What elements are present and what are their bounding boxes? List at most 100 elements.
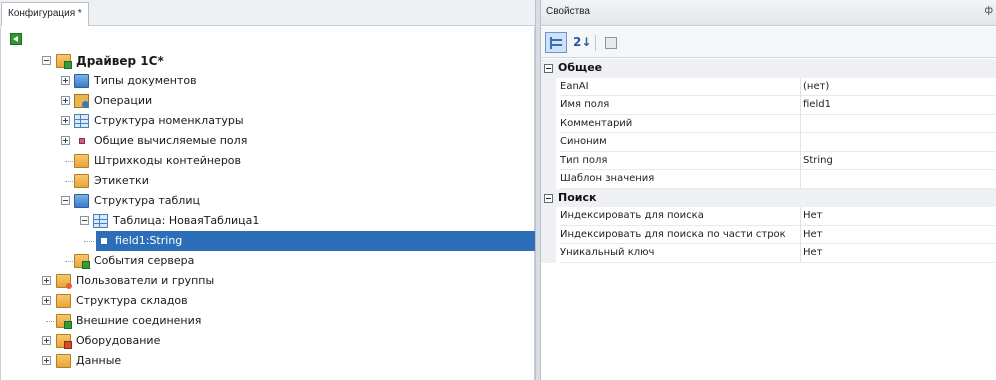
property-row[interactable]: Имя поля field1 bbox=[541, 96, 996, 115]
property-row[interactable]: Индексировать для поиска Нет bbox=[541, 207, 996, 226]
categorized-icon bbox=[550, 37, 562, 49]
tree-item-driver-1c[interactable]: Драйвер 1C* bbox=[1, 51, 536, 71]
property-name: Синоним bbox=[560, 133, 800, 152]
row-gutter bbox=[541, 225, 556, 244]
pin-icon[interactable]: ф bbox=[984, 5, 993, 16]
tree-item-document-types[interactable]: Типы документов bbox=[1, 71, 536, 91]
field-icon bbox=[101, 238, 107, 244]
tree-connector bbox=[65, 261, 73, 262]
equipment-folder-icon bbox=[56, 334, 72, 349]
tree-item-label: Данные bbox=[76, 354, 122, 367]
tree-item-label: Драйвер 1C* bbox=[76, 54, 164, 68]
tree-item-label: Структура складов bbox=[76, 294, 188, 307]
operations-icon bbox=[74, 94, 89, 108]
tree-item-users-groups[interactable]: Пользователи и группы bbox=[1, 271, 536, 291]
expand-icon[interactable] bbox=[42, 296, 51, 305]
collapse-icon[interactable] bbox=[80, 216, 89, 225]
documents-folder-icon bbox=[74, 74, 89, 88]
expand-icon[interactable] bbox=[61, 76, 70, 85]
folder-icon bbox=[74, 154, 89, 168]
category-label: Поиск bbox=[558, 190, 597, 204]
property-name: Индексировать для поиска bbox=[560, 207, 800, 226]
property-value[interactable]: String bbox=[800, 151, 996, 170]
field-icon bbox=[79, 138, 85, 144]
property-value[interactable]: field1 bbox=[800, 96, 996, 115]
tree-item-table-newtable1[interactable]: Таблица: НоваяТаблица1 bbox=[1, 211, 536, 231]
property-pages-icon bbox=[605, 37, 617, 49]
property-row[interactable]: Комментарий bbox=[541, 114, 996, 133]
tree-item-field1[interactable]: field1:String bbox=[1, 231, 536, 251]
properties-toolbar: 2↓ bbox=[541, 27, 996, 58]
property-value[interactable]: Нет bbox=[800, 244, 996, 263]
tree-item-label: Общие вычисляемые поля bbox=[94, 134, 248, 147]
tree-item-server-events[interactable]: События сервера bbox=[1, 251, 536, 271]
alphabetical-button[interactable]: 2↓ bbox=[569, 32, 591, 53]
configuration-tree: Драйвер 1C* Типы документов Операции Стр… bbox=[0, 27, 536, 380]
expand-icon[interactable] bbox=[61, 136, 70, 145]
collapse-icon[interactable] bbox=[61, 196, 70, 205]
tree-item-external-connections[interactable]: Внешние соединения bbox=[1, 311, 536, 331]
property-name: Уникальный ключ bbox=[560, 244, 800, 263]
tree-item-operations[interactable]: Операции bbox=[1, 91, 536, 111]
folder-icon bbox=[56, 354, 71, 368]
back-arrow-icon[interactable] bbox=[10, 33, 22, 45]
expand-icon[interactable] bbox=[61, 116, 70, 125]
folder-icon bbox=[56, 294, 71, 308]
row-gutter bbox=[541, 151, 556, 170]
table-icon bbox=[74, 114, 89, 128]
tree-item-container-barcodes[interactable]: Штрихкоды контейнеров bbox=[1, 151, 536, 171]
tab-configuration[interactable]: Конфигурация * bbox=[1, 2, 89, 26]
tree-item-common-computed-fields[interactable]: Общие вычисляемые поля bbox=[1, 131, 536, 151]
tree-item-nomenclature-structure[interactable]: Структура номенклатуры bbox=[1, 111, 536, 131]
table-icon bbox=[93, 214, 108, 228]
property-value[interactable] bbox=[800, 133, 996, 152]
tree-item-label: Типы документов bbox=[94, 74, 197, 87]
property-grid: Общее EanAI (нет) Имя поля field1 Коммен… bbox=[541, 59, 996, 263]
row-gutter bbox=[541, 170, 556, 189]
property-value[interactable] bbox=[800, 114, 996, 133]
category-label: Общее bbox=[558, 61, 603, 74]
property-value[interactable] bbox=[800, 170, 996, 189]
collapse-icon[interactable] bbox=[42, 56, 51, 65]
categorized-button[interactable] bbox=[545, 32, 567, 53]
tree-item-label: Таблица: НоваяТаблица1 bbox=[113, 214, 260, 227]
row-gutter bbox=[541, 244, 556, 263]
configuration-tabbar: Конфигурация * bbox=[0, 0, 535, 26]
category-search[interactable]: Поиск bbox=[541, 188, 996, 207]
property-row[interactable]: EanAI (нет) bbox=[541, 77, 996, 96]
property-pages-button[interactable] bbox=[599, 32, 621, 53]
property-row[interactable]: Шаблон значения bbox=[541, 170, 996, 189]
property-row[interactable]: Синоним bbox=[541, 133, 996, 152]
properties-header: Свойства ф bbox=[541, 0, 996, 26]
tree-item-labels[interactable]: Этикетки bbox=[1, 171, 536, 191]
tree-item-table-structure[interactable]: Структура таблиц bbox=[1, 191, 536, 211]
property-row[interactable]: Тип поля String bbox=[541, 151, 996, 170]
row-gutter bbox=[541, 96, 556, 115]
sort-alpha-icon: 2↓ bbox=[573, 35, 592, 49]
property-name: Комментарий bbox=[560, 115, 800, 133]
tree-item-data[interactable]: Данные bbox=[1, 351, 536, 371]
property-row[interactable]: Индексировать для поиска по части строк … bbox=[541, 225, 996, 244]
tree-item-label: Штрихкоды контейнеров bbox=[94, 154, 242, 167]
expand-icon[interactable] bbox=[42, 336, 51, 345]
collapse-icon[interactable] bbox=[544, 193, 553, 203]
property-value[interactable]: (нет) bbox=[800, 77, 996, 96]
category-general[interactable]: Общее bbox=[541, 59, 996, 78]
tree-item-label: События сервера bbox=[94, 254, 195, 267]
tree-item-warehouse-structure[interactable]: Структура складов bbox=[1, 291, 536, 311]
property-name: Тип поля bbox=[560, 152, 800, 170]
expand-icon[interactable] bbox=[42, 276, 51, 285]
tree-item-equipment[interactable]: Оборудование bbox=[1, 331, 536, 351]
property-name: EanAI bbox=[560, 78, 800, 96]
property-value[interactable]: Нет bbox=[800, 207, 996, 226]
tree-connector bbox=[84, 241, 94, 242]
tree-item-label: field1:String bbox=[115, 234, 183, 247]
property-value[interactable]: Нет bbox=[800, 225, 996, 244]
expand-icon[interactable] bbox=[61, 96, 70, 105]
property-name: Имя поля bbox=[560, 96, 800, 115]
folder-icon bbox=[56, 54, 72, 69]
collapse-icon[interactable] bbox=[544, 64, 553, 73]
property-row[interactable]: Уникальный ключ Нет bbox=[541, 244, 996, 263]
expand-icon[interactable] bbox=[42, 356, 51, 365]
tree-item-label: Пользователи и группы bbox=[76, 274, 215, 287]
